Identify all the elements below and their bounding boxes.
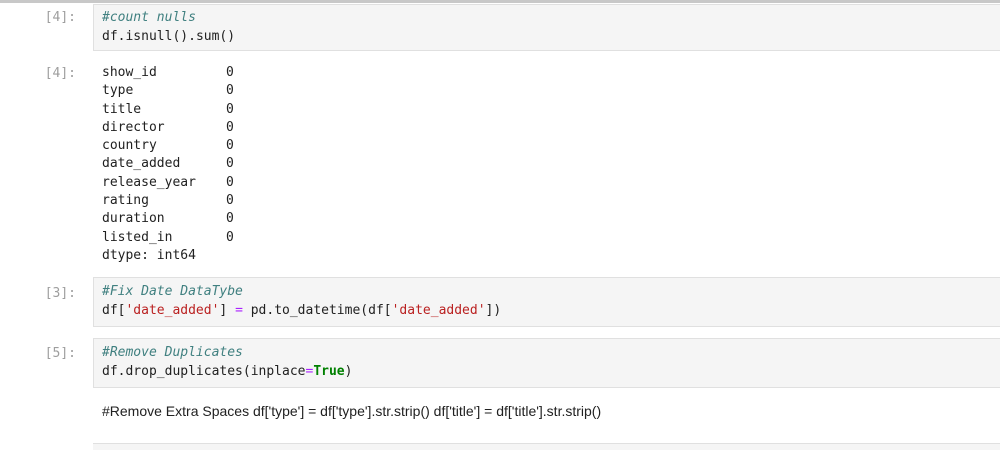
code-line: df['date_added'] = pd.to_datetime(df['da… (102, 301, 501, 320)
output-dtype: dtype: int64 (102, 247, 196, 263)
output-row-country: country 0 (102, 138, 234, 154)
code-token: sum (195, 29, 220, 44)
code-token: df (102, 29, 118, 44)
cell-1-output-prompt: [4]: (44, 66, 76, 81)
code-line: #count nulls (102, 8, 235, 27)
notebook-top-border (0, 0, 1000, 3)
code-token: pd.to_datetime(df[ (242, 303, 392, 318)
output-row-release-year: release_year 0 (102, 174, 234, 190)
cell-2-input-prompt: [3]: (44, 286, 76, 301)
code-token: ) (344, 364, 353, 379)
code-token: #Remove Duplicates (102, 345, 243, 360)
markdown-cell-text[interactable]: #Remove Extra Spaces df['type'] = df['ty… (102, 403, 601, 419)
output-row-rating: rating 0 (102, 193, 234, 209)
output-row-title: title 0 (102, 101, 234, 117)
output-row-duration: duration 0 (102, 211, 234, 227)
code-token: #count nulls (102, 10, 196, 25)
code-token: (). (172, 29, 196, 44)
code-token: df.drop_duplicates(inplace (102, 364, 306, 379)
code-line: #Fix Date DataTybe (102, 282, 501, 301)
code-token: () (219, 29, 236, 44)
code-token: df[ (102, 303, 126, 318)
output-row-director: director 0 (102, 119, 234, 135)
code-token: #Fix Date DataTybe (102, 284, 243, 299)
code-token: ] (219, 303, 236, 318)
code-line: df.drop_duplicates(inplace=True) (102, 362, 352, 381)
code-token: True (313, 364, 345, 379)
cell-1-input-prompt: [4]: (44, 10, 76, 25)
code-token: 'date_added' (391, 303, 486, 318)
next-cell-input[interactable] (93, 443, 1000, 450)
cell-3-input-prompt: [5]: (44, 346, 76, 361)
cell-1-code: #count nulls df.isnull().sum() (102, 8, 235, 46)
code-line: #Remove Duplicates (102, 343, 352, 362)
code-token: 'date_added' (125, 303, 220, 318)
code-line: df.isnull().sum() (102, 27, 235, 46)
code-token: ]) (485, 303, 502, 318)
output-row-date-added: date_added 0 (102, 156, 234, 172)
code-token: isnull (125, 29, 173, 44)
output-row-type: type 0 (102, 83, 234, 99)
cell-3-code: #Remove Duplicates df.drop_duplicates(inp… (102, 343, 352, 381)
output-row-listed-in: listed_in 0 (102, 229, 234, 245)
cell-2-code: #Fix Date DataTybe df['date_added'] = pd.… (102, 282, 501, 320)
output-row-show-id: show_id 0 (102, 65, 234, 80)
code-token: = (235, 303, 243, 318)
cell-1-output: show_id 0 type 0 title 0 director 0 country 0… (102, 64, 234, 265)
